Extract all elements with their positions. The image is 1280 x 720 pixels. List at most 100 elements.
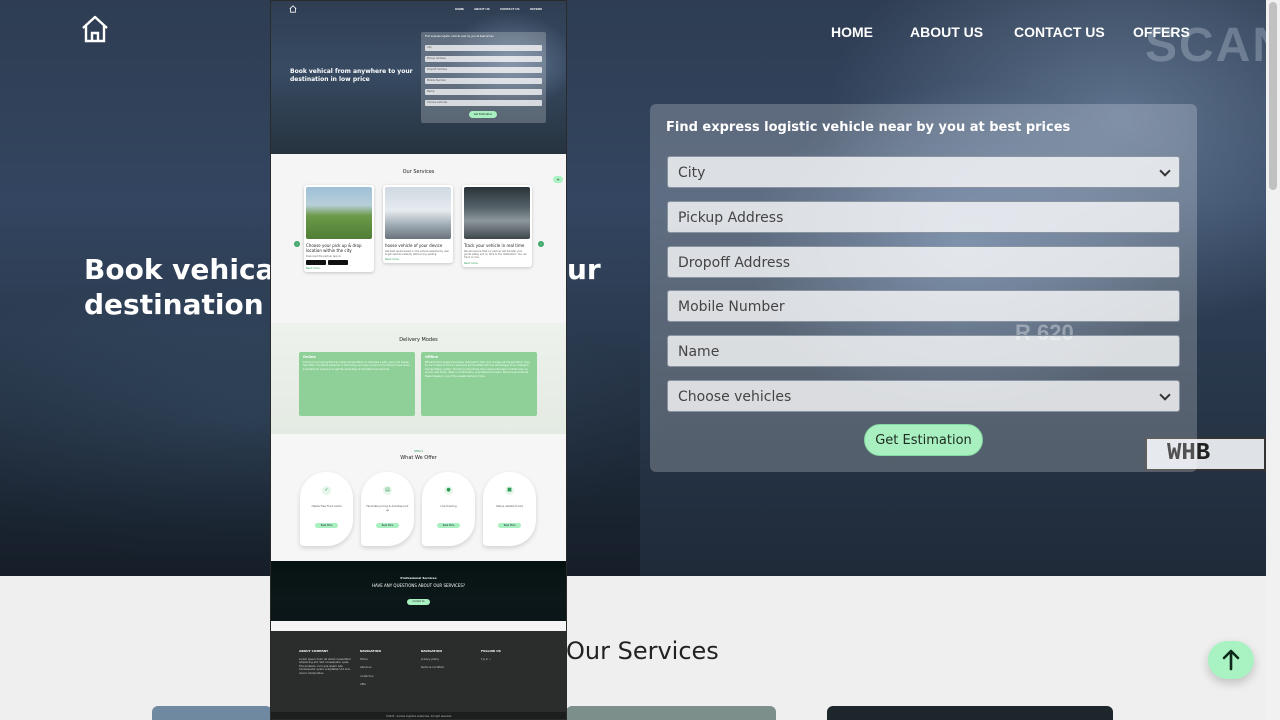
preview-form-title: Find express logistic vehicle near by yo… — [425, 35, 494, 38]
preview-hero: HOME ABOUT US CONTACT US OFFERS Book veh… — [271, 1, 566, 154]
mobile-number-input[interactable]: Mobile Number — [667, 290, 1180, 322]
offer-card: ● Live tracking Read More — [422, 472, 475, 546]
arrow-up-icon — [1222, 649, 1240, 671]
footer-link-offer[interactable]: offer — [360, 683, 415, 686]
footer-link-terms[interactable]: terms & condition — [421, 666, 476, 669]
delivery-mode-online: Online Online truck booking that has mad… — [299, 352, 415, 416]
hero-headline-tail: ur — [567, 253, 601, 286]
page-preview: HOME ABOUT US CONTACT US OFFERS Book veh… — [270, 0, 567, 720]
scrollbar-thumb[interactable] — [1269, 2, 1277, 190]
delivery-mode-title: Online — [303, 355, 316, 359]
service-image — [385, 187, 451, 239]
dropoff-address-input[interactable]: Dropoff Address — [667, 246, 1180, 278]
service-card: Track your vehicle in real time We will … — [462, 185, 532, 267]
offer-label: Live tracking — [440, 505, 457, 508]
offer-card: ▤ Favorable pricing & doorstep pick up R… — [361, 472, 414, 546]
service-card: hoose vehicle of your device Get best qu… — [383, 185, 453, 264]
contact-us-button[interactable]: Contact Us — [407, 599, 430, 605]
read-more-link[interactable]: Read more.. — [385, 258, 451, 261]
footer-about-title: ABOUT COMPANY — [299, 649, 329, 653]
nav-contact-us[interactable]: CONTACT US — [1014, 24, 1105, 40]
chevron-left-icon[interactable]: ‹ — [294, 241, 300, 247]
location-pin-icon: ● — [444, 486, 453, 495]
service-image — [306, 187, 372, 239]
vehicle-select-label: Choose vehicles — [678, 389, 792, 405]
offer-label: Safe & reliable trucks — [496, 505, 523, 508]
service-card-preview — [827, 706, 1113, 720]
name-input[interactable]: Name — [667, 335, 1180, 367]
preview-get-estimation-button[interactable]: Get Estimation — [469, 111, 497, 118]
footer: ABOUT COMPANY Lorem ipsum dolor sit amet… — [271, 631, 566, 719]
footer-link-contact[interactable]: contact us — [360, 675, 415, 678]
social-icons[interactable]: f ◎ in ✓ — [481, 658, 536, 661]
footer-follow-title: FOLLOW US — [481, 649, 501, 653]
footer-navigation-2: NAVIGATION privacy policy terms & condit… — [421, 649, 476, 670]
pickup-address-input[interactable]: Pickup Address — [667, 201, 1180, 233]
preview-name-input[interactable]: Name — [425, 89, 542, 95]
delivery-mode-text: Online truck booking that has made trans… — [303, 361, 410, 371]
preview-services-title: Our Services — [402, 169, 435, 175]
preview-pickup-input[interactable]: Pickup Address — [425, 56, 542, 62]
preview-nav-contact-us[interactable]: CONTACT US — [500, 7, 519, 11]
delivery-modes-title: Delivery Modes — [399, 337, 438, 343]
preview-estimation-form: Find express logistic vehicle near by yo… — [421, 32, 546, 123]
preview-nav-offers[interactable]: OFFERS — [530, 7, 542, 11]
offer-read-more-button[interactable]: Read More — [376, 523, 399, 528]
footer-navigation: NAVIGATION Home About us contact us offe… — [360, 649, 415, 687]
preview-vehicle-select[interactable]: Choose vehicles — [425, 100, 542, 106]
truck-icon: ■ — [505, 486, 514, 495]
page: SCAN R 620 WHB HOME ABOUT US CONTACT US … — [0, 0, 1280, 720]
preview-mobile-input[interactable]: Mobile Number — [425, 78, 542, 84]
check-icon: ✓ — [322, 486, 331, 495]
estimation-form: Find express logistic vehicle near by yo… — [650, 104, 1197, 472]
get-estimation-button[interactable]: Get Estimation — [864, 424, 983, 456]
cta-eyebrow: Professional Services — [400, 576, 437, 580]
service-card-title: Choose your pick up & drop location with… — [306, 243, 362, 253]
read-more-link[interactable]: Read more.. — [306, 267, 372, 270]
offer-card: ■ Safe & reliable trucks Read More — [483, 472, 536, 546]
offer-label: Favorable pricing & doorstep pick up — [366, 505, 409, 512]
vehicle-select[interactable]: Choose vehicles — [667, 380, 1180, 412]
service-card-text: Get best quote based on the vehicle sele… — [385, 250, 450, 257]
service-card-text: We will ensure that our partner will tra… — [464, 250, 527, 260]
footer-link-about[interactable]: About us — [360, 666, 415, 669]
preview-nav-about-us[interactable]: ABOUT US — [474, 7, 490, 11]
offers-section: Offers What We Offer ✓ Hassle Free Truck… — [271, 434, 566, 560]
offer-read-more-button[interactable]: Read More — [498, 523, 521, 528]
form-title: Find express logistic vehicle near by yo… — [666, 120, 1071, 135]
offer-read-more-button[interactable]: Read More — [315, 523, 338, 528]
nav-home[interactable]: HOME — [831, 24, 873, 40]
clipboard-icon: ▤ — [383, 486, 392, 495]
footer-link-privacy[interactable]: privacy policy — [421, 658, 476, 661]
preview-hero-headline: Book vehical from anywhere to your desti… — [290, 68, 413, 83]
google-play-badge[interactable] — [306, 260, 326, 266]
city-select-label: City — [678, 165, 706, 181]
chevron-right-icon[interactable]: › — [538, 241, 544, 247]
home-icon[interactable] — [289, 5, 297, 13]
chevron-down-icon — [1159, 389, 1171, 401]
plus-icon[interactable]: + — [553, 176, 563, 183]
preview-nav-home[interactable]: HOME — [455, 7, 464, 11]
preview-city-select[interactable]: City — [425, 45, 542, 51]
delivery-mode-offline: Offline Efficient technologies have been… — [421, 352, 537, 416]
offers-title: What We Offer — [400, 455, 437, 461]
nav-offers[interactable]: OFFERS — [1133, 24, 1190, 40]
scroll-to-top-button[interactable] — [1208, 641, 1254, 679]
footer-nav2-title: NAVIGATION — [421, 649, 442, 653]
cta-section: Professional Services HAVE ANY QUESTIONS… — [271, 561, 566, 621]
chevron-down-icon — [1159, 165, 1171, 177]
app-store-badges — [306, 260, 372, 266]
footer-about: ABOUT COMPANY Lorem ipsum dolor sit amet… — [299, 649, 354, 675]
home-icon[interactable] — [80, 14, 110, 44]
nav-about-us[interactable]: ABOUT US — [910, 24, 983, 40]
service-card-preview — [152, 706, 272, 720]
scrollbar[interactable] — [1266, 0, 1280, 720]
footer-link-home[interactable]: Home — [360, 658, 415, 661]
app-store-badge[interactable] — [328, 260, 348, 266]
preview-dropoff-input[interactable]: Dropoff Address — [425, 67, 542, 73]
services-title: Our Services — [566, 637, 719, 665]
city-select[interactable]: City — [667, 156, 1180, 188]
offer-card: ✓ Hassle Free Truck rental Read More — [300, 472, 353, 546]
read-more-link[interactable]: Read more.. — [464, 262, 530, 265]
offer-read-more-button[interactable]: Read More — [437, 523, 460, 528]
